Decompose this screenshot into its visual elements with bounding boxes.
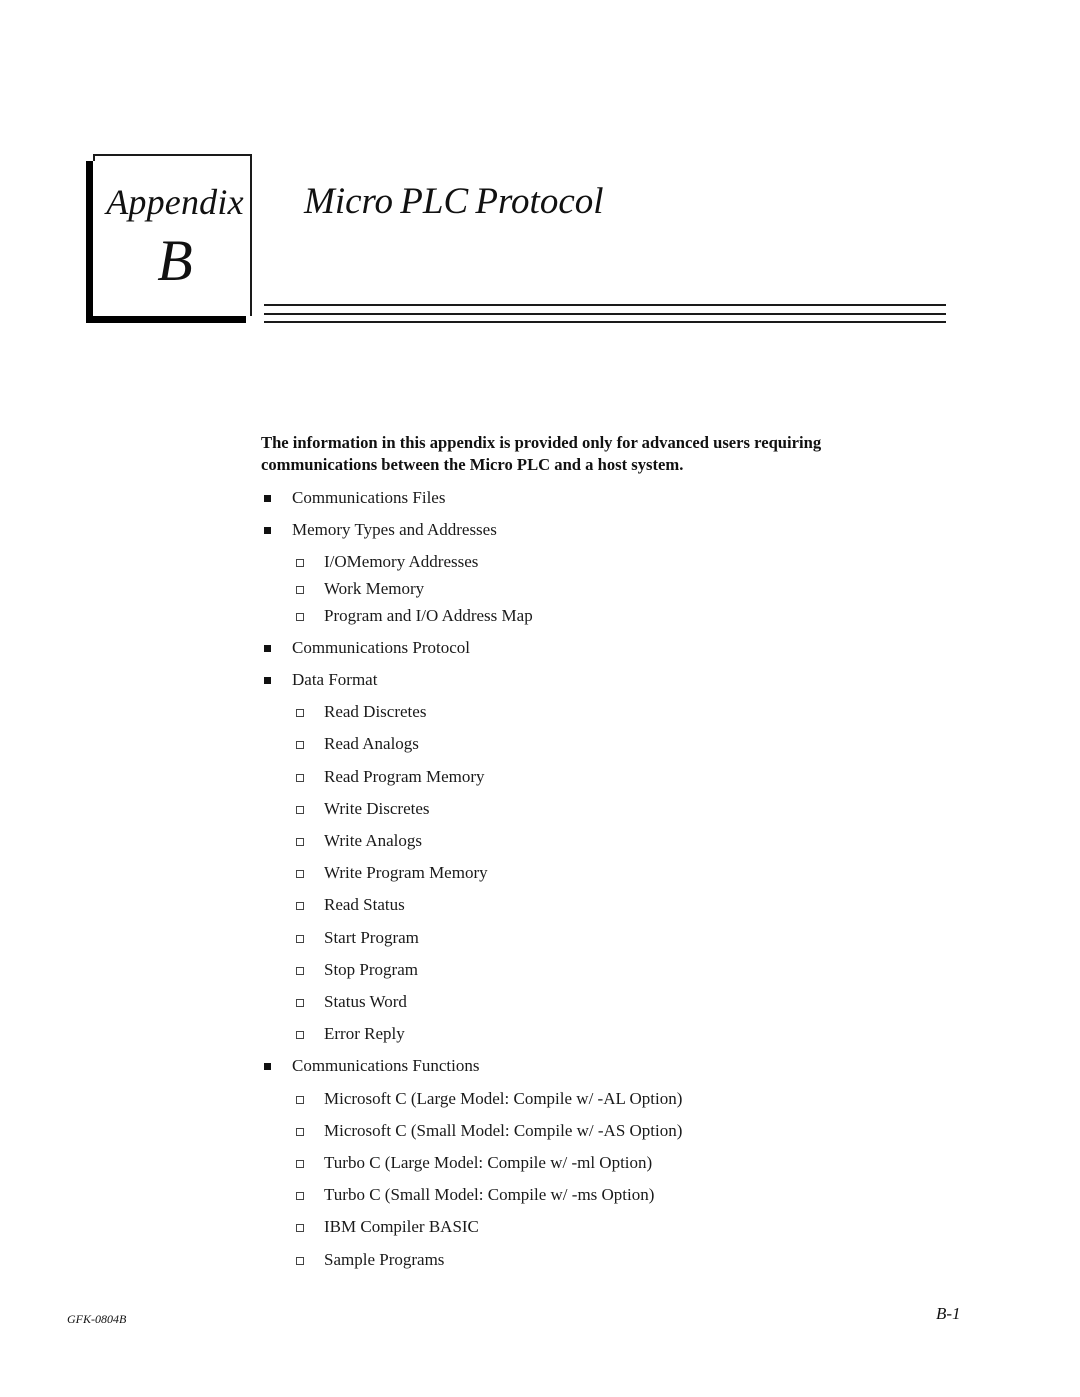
outline-item: Start Program xyxy=(296,927,419,949)
outline-item: Read Analogs xyxy=(296,733,419,755)
outline-item: Read Discretes xyxy=(296,701,427,723)
outline-item: Read Status xyxy=(296,894,405,916)
document-page: Appendix B Micro PLC Protocol The inform… xyxy=(0,0,1080,1397)
appendix-box-shadow-bottom xyxy=(86,316,246,323)
outline-item: Read Program Memory xyxy=(296,766,485,788)
hollow-square-bullet-icon xyxy=(296,1257,304,1265)
hollow-square-bullet-icon xyxy=(296,999,304,1007)
hollow-square-bullet-icon xyxy=(296,806,304,814)
title-rule xyxy=(264,321,946,323)
hollow-square-bullet-icon xyxy=(296,870,304,878)
outline-item-text: Sample Programs xyxy=(324,1250,445,1269)
intro-paragraph: The information in this appendix is prov… xyxy=(261,433,822,474)
filled-square-bullet-icon xyxy=(264,677,271,684)
filled-square-bullet-icon xyxy=(264,527,271,534)
hollow-square-bullet-icon xyxy=(296,1096,304,1104)
hollow-square-bullet-icon xyxy=(296,559,304,567)
outline-item-text: Turbo C (Large Model: Compile w/ -ml Opt… xyxy=(324,1153,653,1172)
chapter-title: Micro PLC Protocol xyxy=(304,181,604,222)
outline-item-text: I/OMemory Addresses xyxy=(324,552,479,571)
filled-square-bullet-icon xyxy=(264,495,271,502)
outline-item-text: IBM Compiler BASIC xyxy=(324,1217,479,1236)
appendix-box-corner xyxy=(93,154,95,161)
outline-item-text: Microsoft C (Large Model: Compile w/ -AL… xyxy=(324,1089,683,1108)
page-number: B-1 xyxy=(936,1304,961,1323)
outline-item-text: Turbo C (Small Model: Compile w/ -ms Opt… xyxy=(324,1185,655,1204)
outline-item-text: Read Analogs xyxy=(324,734,419,753)
outline-item-text: Status Word xyxy=(324,992,407,1011)
outline-item-text: Microsoft C (Small Model: Compile w/ -AS… xyxy=(324,1121,683,1140)
outline-item-text: Error Reply xyxy=(324,1024,405,1043)
outline-item: Data Format xyxy=(264,669,378,691)
title-rule xyxy=(264,304,946,306)
outline-item: IBM Compiler BASIC xyxy=(296,1216,479,1238)
hollow-square-bullet-icon xyxy=(296,586,304,594)
outline-item: Turbo C (Small Model: Compile w/ -ms Opt… xyxy=(296,1184,655,1206)
outline-item: Communications Functions xyxy=(264,1055,480,1077)
outline-item-text: Read Status xyxy=(324,895,405,914)
outline-item: Communications Files xyxy=(264,487,446,509)
outline-item-text: Write Program Memory xyxy=(324,863,488,882)
outline-item-text: Write Discretes xyxy=(324,799,430,818)
outline-item: Microsoft C (Small Model: Compile w/ -AS… xyxy=(296,1120,683,1142)
title-rule xyxy=(264,313,946,315)
document-number: GFK-0804B xyxy=(67,1312,127,1326)
hollow-square-bullet-icon xyxy=(296,1128,304,1136)
outline-item-text: Stop Program xyxy=(324,960,418,979)
outline-item-text: Communications Protocol xyxy=(292,638,471,657)
outline-item-text: Start Program xyxy=(324,928,419,947)
outline-item: Stop Program xyxy=(296,959,418,981)
filled-square-bullet-icon xyxy=(264,1063,271,1070)
hollow-square-bullet-icon xyxy=(296,838,304,846)
outline-item-text: Work Memory xyxy=(324,579,425,598)
outline-item-text: Communications Functions xyxy=(292,1056,480,1075)
hollow-square-bullet-icon xyxy=(296,1160,304,1168)
outline-item-text: Read Discretes xyxy=(324,702,427,721)
outline-item: Turbo C (Large Model: Compile w/ -ml Opt… xyxy=(296,1152,653,1174)
outline-item: Work Memory xyxy=(296,578,425,600)
outline-item: Memory Types and Addresses xyxy=(264,519,497,541)
outline-item: Write Analogs xyxy=(296,830,422,852)
outline-item: Sample Programs xyxy=(296,1249,445,1271)
hollow-square-bullet-icon xyxy=(296,902,304,910)
appendix-label: Appendix xyxy=(106,182,244,222)
hollow-square-bullet-icon xyxy=(296,741,304,749)
appendix-letter: B xyxy=(157,228,193,293)
outline-item-text: Read Program Memory xyxy=(324,767,485,786)
hollow-square-bullet-icon xyxy=(296,774,304,782)
outline-item: Program and I/O Address Map xyxy=(296,605,533,627)
outline-item-text: Program and I/O Address Map xyxy=(324,606,533,625)
outline-item: Communications Protocol xyxy=(264,637,471,659)
outline-item: Microsoft C (Large Model: Compile w/ -AL… xyxy=(296,1088,683,1110)
hollow-square-bullet-icon xyxy=(296,613,304,621)
outline-item: Status Word xyxy=(296,991,407,1013)
outline-item: Write Program Memory xyxy=(296,862,488,884)
outline-item-text: Memory Types and Addresses xyxy=(292,520,497,539)
hollow-square-bullet-icon xyxy=(296,1192,304,1200)
hollow-square-bullet-icon xyxy=(296,967,304,975)
hollow-square-bullet-icon xyxy=(296,1031,304,1039)
hollow-square-bullet-icon xyxy=(296,935,304,943)
hollow-square-bullet-icon xyxy=(296,709,304,717)
outline-item-text: Communications Files xyxy=(292,488,446,507)
filled-square-bullet-icon xyxy=(264,645,271,652)
hollow-square-bullet-icon xyxy=(296,1224,304,1232)
outline-item-text: Data Format xyxy=(292,670,378,689)
outline-item: I/OMemory Addresses xyxy=(296,551,479,573)
outline-item: Write Discretes xyxy=(296,798,430,820)
outline-item-text: Write Analogs xyxy=(324,831,422,850)
outline-item: Error Reply xyxy=(296,1023,405,1045)
